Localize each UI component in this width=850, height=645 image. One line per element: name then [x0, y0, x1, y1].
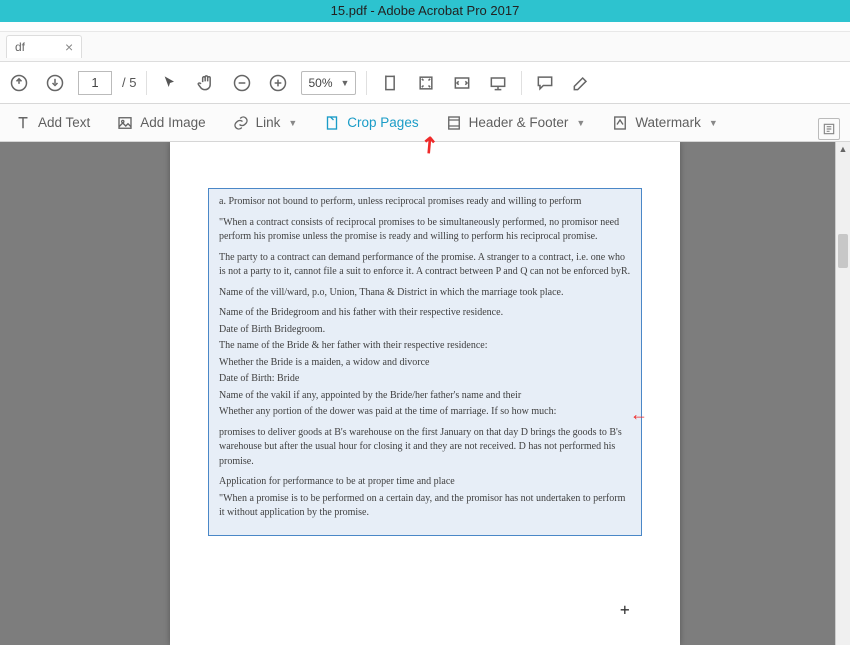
- watermark-icon: [611, 114, 629, 132]
- doc-text: Application for performance to be at pro…: [219, 475, 631, 490]
- crop-icon: [323, 114, 341, 132]
- crosshair-cursor-icon: +: [620, 600, 630, 619]
- doc-text: a. Promisor not bound to perform, unless…: [219, 195, 631, 210]
- crop-pages-label: Crop Pages: [347, 115, 418, 130]
- link-label: Link: [256, 115, 281, 130]
- link-icon: [232, 114, 250, 132]
- doc-text: Name of the vill/ward, p.o, Union, Thana…: [219, 286, 631, 301]
- doc-text: "When a promise is to be performed on a …: [219, 492, 631, 521]
- comment-icon[interactable]: [532, 70, 558, 96]
- image-icon: [116, 114, 134, 132]
- fit-width-icon[interactable]: [377, 70, 403, 96]
- read-mode-icon[interactable]: [485, 70, 511, 96]
- highlight-icon[interactable]: [568, 70, 594, 96]
- watermark-button[interactable]: Watermark ▼: [607, 110, 721, 136]
- chevron-down-icon: ▼: [288, 118, 297, 128]
- separator: [146, 71, 147, 95]
- crop-pages-button[interactable]: Crop Pages: [319, 110, 422, 136]
- zoom-out-icon[interactable]: [229, 70, 255, 96]
- hand-tool-icon[interactable]: [193, 70, 219, 96]
- scroll-thumb[interactable]: [838, 234, 848, 268]
- scroll-up-icon[interactable]: ▲: [836, 142, 850, 157]
- tab-label: df: [15, 40, 25, 54]
- document-tab[interactable]: df ×: [6, 35, 82, 58]
- fit-page-icon[interactable]: [413, 70, 439, 96]
- doc-text: Name of the Bridegroom and his father wi…: [219, 306, 631, 321]
- zoom-select[interactable]: 50% ▼: [301, 71, 356, 95]
- annotation-arrow-icon: ←: [630, 404, 648, 425]
- window-title: 15.pdf - Adobe Acrobat Pro 2017: [331, 3, 520, 18]
- doc-text: Date of Birth: Bride: [219, 372, 631, 387]
- separator: [521, 71, 522, 95]
- add-text-label: Add Text: [38, 115, 90, 130]
- page-total-label: / 5: [122, 75, 136, 90]
- add-text-button[interactable]: Add Text: [10, 110, 94, 136]
- doc-text: The party to a contract can demand perfo…: [219, 251, 631, 280]
- window-title-bar: 15.pdf - Adobe Acrobat Pro 2017: [0, 0, 850, 22]
- properties-panel-icon[interactable]: [818, 118, 840, 140]
- chevron-down-icon: ▼: [341, 78, 350, 88]
- pdf-page: a. Promisor not bound to perform, unless…: [170, 142, 680, 645]
- document-canvas[interactable]: a. Promisor not bound to perform, unless…: [0, 142, 850, 645]
- crop-selection[interactable]: a. Promisor not bound to perform, unless…: [208, 188, 642, 536]
- text-icon: [14, 114, 32, 132]
- add-image-button[interactable]: Add Image: [112, 110, 209, 136]
- doc-text: The name of the Bride & her father with …: [219, 339, 631, 354]
- link-button[interactable]: Link ▼: [228, 110, 302, 136]
- header-footer-icon: [445, 114, 463, 132]
- page-number-input[interactable]: [78, 71, 112, 95]
- doc-text: "When a contract consists of reciprocal …: [219, 216, 631, 245]
- chevron-down-icon: ▼: [576, 118, 585, 128]
- main-toolbar: / 5 50% ▼: [0, 62, 850, 104]
- header-footer-label: Header & Footer: [469, 115, 569, 130]
- separator: [366, 71, 367, 95]
- doc-text: Whether any portion of the dower was pai…: [219, 405, 631, 420]
- document-tab-strip: df ×: [0, 32, 850, 62]
- vertical-scrollbar[interactable]: ▲: [835, 142, 850, 645]
- header-footer-button[interactable]: Header & Footer ▼: [441, 110, 590, 136]
- zoom-value: 50%: [308, 76, 332, 90]
- doc-text: Name of the vakil if any, appointed by t…: [219, 389, 631, 404]
- doc-text: Whether the Bride is a maiden, a widow a…: [219, 356, 631, 371]
- expand-icon[interactable]: [449, 70, 475, 96]
- save-icon[interactable]: [6, 70, 32, 96]
- watermark-label: Watermark: [635, 115, 701, 130]
- chevron-down-icon: ▼: [709, 118, 718, 128]
- add-image-label: Add Image: [140, 115, 205, 130]
- doc-text: Date of Birth Bridegroom.: [219, 323, 631, 338]
- pointer-tool-icon[interactable]: [157, 70, 183, 96]
- zoom-in-icon[interactable]: [265, 70, 291, 96]
- close-tab-icon[interactable]: ×: [65, 40, 73, 54]
- download-icon[interactable]: [42, 70, 68, 96]
- menu-bar: [0, 22, 850, 32]
- doc-text: promises to deliver goods at B's warehou…: [219, 426, 631, 470]
